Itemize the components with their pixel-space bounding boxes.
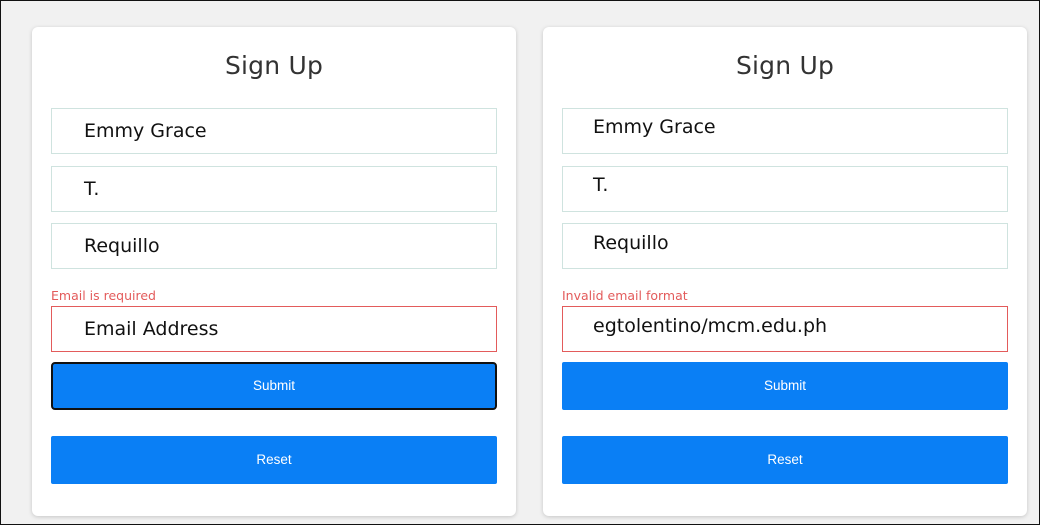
screenshot-frame: Sign Up Emmy Grace T. Requillo Email is …	[0, 0, 1040, 525]
form-title: Sign Up	[735, 51, 835, 80]
form-title: Sign Up	[224, 51, 324, 80]
signup-card-required-error: Sign Up Emmy Grace T. Requillo Email is …	[32, 27, 516, 516]
reset-button[interactable]: Reset	[562, 436, 1008, 484]
last-name-input[interactable]: Requillo	[562, 223, 1008, 269]
signup-card-format-error: Sign Up Emmy Grace T. Requillo Invalid e…	[543, 27, 1027, 516]
submit-button[interactable]: Submit	[562, 362, 1008, 410]
middle-initial-input[interactable]: T.	[51, 166, 497, 212]
middle-initial-input[interactable]: T.	[562, 166, 1008, 212]
email-error-message: Invalid email format	[562, 288, 688, 303]
last-name-input[interactable]: Requillo	[51, 223, 497, 269]
email-input[interactable]: egtolentino/mcm.edu.ph	[562, 306, 1008, 352]
email-error-message: Email is required	[51, 288, 156, 303]
email-input[interactable]: Email Address	[51, 306, 497, 352]
first-name-input[interactable]: Emmy Grace	[51, 108, 497, 154]
first-name-input[interactable]: Emmy Grace	[562, 108, 1008, 154]
reset-button[interactable]: Reset	[51, 436, 497, 484]
submit-button[interactable]: Submit	[51, 362, 497, 410]
